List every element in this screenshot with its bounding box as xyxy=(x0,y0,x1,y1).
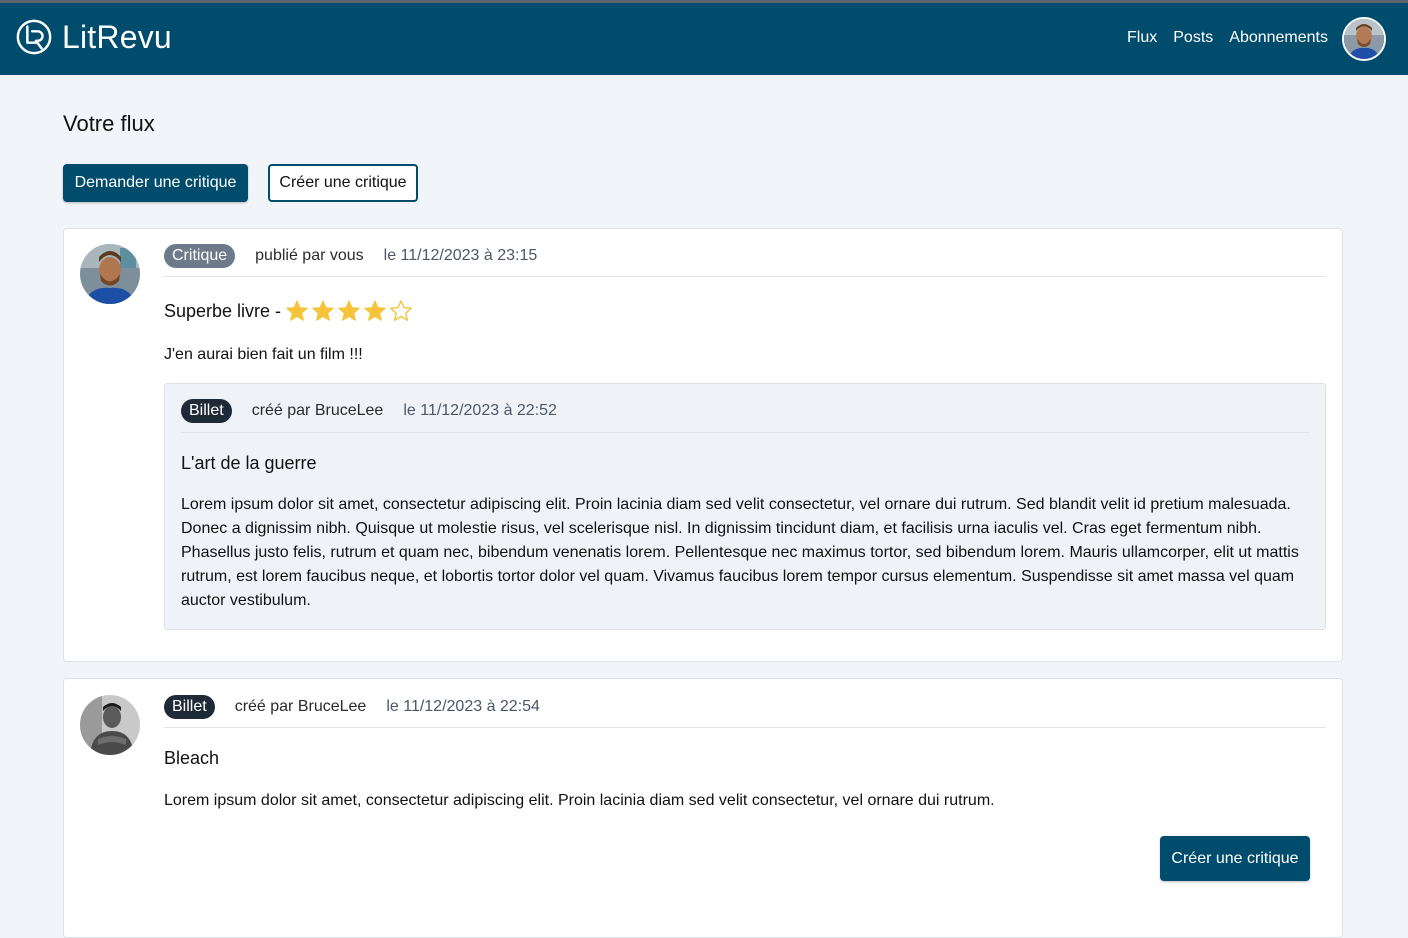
nav-links: Flux Posts Abonnements xyxy=(1111,29,1328,47)
review-meta: Critique publié par vous le 11/12/2023 à… xyxy=(164,244,537,268)
divider xyxy=(181,432,1309,433)
user-avatar[interactable] xyxy=(1342,17,1386,61)
nav-link-abonnements[interactable]: Abonnements xyxy=(1229,29,1328,47)
ticket-meta: Billet créé par BruceLee le 11/12/2023 à… xyxy=(181,399,557,423)
page-title: Votre flux xyxy=(63,111,155,136)
star-filled-icon xyxy=(286,300,308,321)
ticket-date: le 11/12/2023 à 22:54 xyxy=(386,698,540,715)
author-avatar-icon xyxy=(80,695,140,755)
ticket-description: Lorem ipsum dolor sit amet, consectetur … xyxy=(181,496,1299,609)
ticket-description: Lorem ipsum dolor sit amet, consectetur … xyxy=(164,792,995,809)
brand[interactable]: LitRevu xyxy=(15,18,172,56)
nav-link-posts[interactable]: Posts xyxy=(1173,29,1213,47)
review-date: le 11/12/2023 à 23:15 xyxy=(383,247,538,264)
ticket-badge: Billet xyxy=(181,399,232,423)
request-review-button[interactable]: Demander une critique xyxy=(63,164,248,202)
review-author: publié par vous xyxy=(255,247,364,264)
litrevu-logo-icon xyxy=(16,19,52,55)
star-filled-icon xyxy=(338,300,360,321)
ticket-date: le 11/12/2023 à 22:52 xyxy=(403,402,557,419)
ticket-title: Bleach xyxy=(164,748,220,768)
ticket-badge: Billet xyxy=(164,695,215,719)
ticket-author: créé par BruceLee xyxy=(251,402,384,419)
star-filled-icon xyxy=(312,300,334,321)
ticket-embed: Billet créé par BruceLee le 11/12/2023 à… xyxy=(164,383,1326,630)
rating-stars xyxy=(285,299,413,323)
ticket-title: L'art de la guerre xyxy=(181,453,317,473)
author-avatar xyxy=(80,244,140,304)
review-headline: Superbe livre - xyxy=(164,300,282,321)
author-avatar xyxy=(80,695,140,755)
create-review-for-ticket-button[interactable]: Créer une critique xyxy=(1160,836,1310,881)
ticket-meta: Billet créé par BruceLee le 11/12/2023 à… xyxy=(164,695,540,719)
create-review-button[interactable]: Créer une critique xyxy=(268,164,418,202)
author-avatar-icon xyxy=(80,244,140,304)
review-headline-row: Superbe livre - xyxy=(164,299,413,323)
nav-link-flux[interactable]: Flux xyxy=(1127,29,1157,47)
review-card: Critique publié par vous le 11/12/2023 à… xyxy=(63,228,1343,662)
ticket-card: Billet créé par BruceLee le 11/12/2023 à… xyxy=(63,678,1343,938)
user-avatar-icon xyxy=(1344,19,1384,59)
divider xyxy=(164,727,1326,728)
star-filled-icon xyxy=(364,300,386,321)
star-empty-icon xyxy=(390,300,413,321)
divider xyxy=(164,276,1326,277)
navbar: LitRevu Flux Posts Abonnements xyxy=(0,3,1408,75)
brand-name: LitRevu xyxy=(62,18,172,55)
review-body: J'en aurai bien fait un film !!! xyxy=(164,346,363,363)
review-badge: Critique xyxy=(164,244,236,268)
ticket-author: créé par BruceLee xyxy=(234,698,367,715)
